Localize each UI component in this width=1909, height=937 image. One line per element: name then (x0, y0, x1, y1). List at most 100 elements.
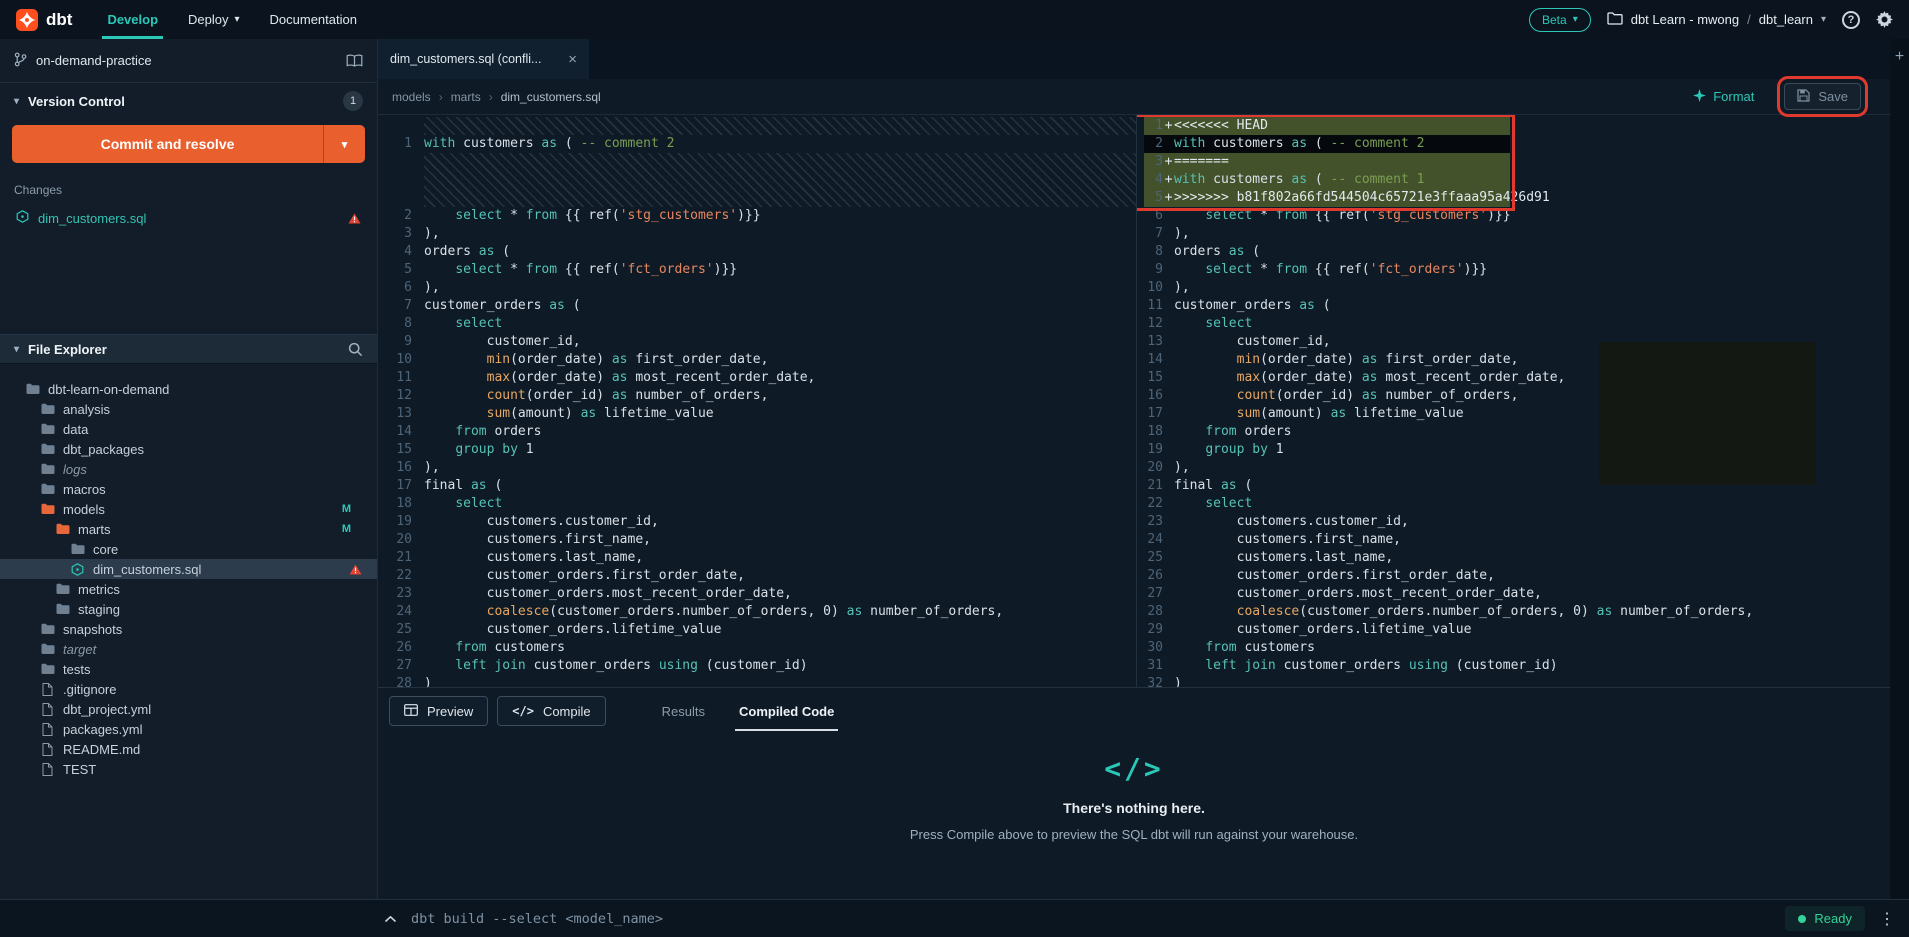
code-line[interactable]: 2 select * from {{ ref('stg_customers')}… (378, 207, 1136, 225)
docs-book-icon[interactable] (346, 54, 363, 68)
code-line[interactable]: 8 select (378, 315, 1136, 333)
code-line[interactable]: 5+>>>>>>> b81f802a66fd544504c65721e3ffaa… (1137, 189, 1909, 207)
code-line[interactable]: 5 select * from {{ ref('fct_orders')}} (378, 261, 1136, 279)
code-line[interactable]: 26 from customers (378, 639, 1136, 657)
code-line[interactable]: 4+with customers as ( -- comment 1 (1137, 171, 1909, 189)
branch-name[interactable]: on-demand-practice (36, 53, 152, 68)
code-line[interactable]: 1with customers as ( -- comment 2 (378, 135, 1136, 153)
new-tab-plus-icon[interactable]: + (1895, 48, 1904, 899)
code-line[interactable]: 4orders as ( (378, 243, 1136, 261)
code-line[interactable]: 10 min(order_date) as first_order_date, (378, 351, 1136, 369)
code-line[interactable]: 22 select (1137, 495, 1909, 513)
dbt-logo-icon[interactable] (16, 9, 38, 31)
tree-item-tests[interactable]: tests (0, 659, 377, 679)
commit-and-resolve-button[interactable]: Commit and resolve ▾ (12, 125, 365, 163)
breadcrumb-item[interactable]: dim_customers.sql (501, 90, 601, 104)
code-line[interactable]: 6), (378, 279, 1136, 297)
nav-tab-deploy[interactable]: Deploy ▾ (173, 0, 255, 39)
tree-item-snapshots[interactable]: snapshots (0, 619, 377, 639)
code-line[interactable]: 9 customer_id, (378, 333, 1136, 351)
code-line[interactable]: 31 left join customer_orders using (cust… (1137, 657, 1909, 675)
code-line[interactable]: 28) (378, 675, 1136, 687)
code-line[interactable]: 25 customer_orders.lifetime_value (378, 621, 1136, 639)
code-line[interactable]: 11customer_orders as ( (1137, 297, 1909, 315)
tree-item-dbt_project.yml[interactable]: dbt_project.yml (0, 699, 377, 719)
tree-item-.gitignore[interactable]: .gitignore (0, 679, 377, 699)
tree-item-macros[interactable]: macros (0, 479, 377, 499)
commit-options-dropdown[interactable]: ▾ (323, 125, 365, 163)
tree-item-dbt_packages[interactable]: dbt_packages (0, 439, 377, 459)
save-button[interactable]: Save (1784, 83, 1861, 110)
code-line[interactable]: 26 customer_orders.first_order_date, (1137, 567, 1909, 585)
code-line[interactable]: 20 customers.first_name, (378, 531, 1136, 549)
tree-item-metrics[interactable]: metrics (0, 579, 377, 599)
code-line[interactable]: 7customer_orders as ( (378, 297, 1136, 315)
code-line[interactable]: 28 coalesce(customer_orders.number_of_or… (1137, 603, 1909, 621)
code-line[interactable]: 1+<<<<<<< HEAD (1137, 117, 1909, 135)
tree-item-staging[interactable]: staging (0, 599, 377, 619)
tree-item-dim_customers.sql[interactable]: dim_customers.sql (0, 559, 377, 579)
format-button[interactable]: Format (1693, 89, 1754, 105)
code-line[interactable]: 18 select (378, 495, 1136, 513)
code-line[interactable]: 12 count(order_id) as number_of_orders, (378, 387, 1136, 405)
code-line[interactable]: 2with customers as ( -- comment 2 (1137, 135, 1909, 153)
code-line[interactable]: 32) (1137, 675, 1909, 687)
tree-item-models[interactable]: modelsM (0, 499, 377, 519)
code-line[interactable]: 6 select * from {{ ref('stg_customers')}… (1137, 207, 1909, 225)
editor-left-pane[interactable]: 1with customers as ( -- comment 2 2 selec… (378, 115, 1137, 687)
version-control-header[interactable]: ▾ Version Control 1 (0, 83, 377, 119)
code-line[interactable]: 27 customer_orders.most_recent_order_dat… (1137, 585, 1909, 603)
code-line[interactable]: 23 customer_orders.most_recent_order_dat… (378, 585, 1136, 603)
code-line[interactable]: 3+======= (1137, 153, 1909, 171)
code-line[interactable]: 3), (378, 225, 1136, 243)
code-line[interactable]: 19 customers.customer_id, (378, 513, 1136, 531)
file-explorer-header[interactable]: ▾ File Explorer (0, 334, 377, 364)
code-line[interactable]: 13 sum(amount) as lifetime_value (378, 405, 1136, 423)
beta-badge[interactable]: Beta ▾ (1529, 8, 1591, 32)
code-line[interactable]: 7), (1137, 225, 1909, 243)
tree-item-target[interactable]: target (0, 639, 377, 659)
tree-item-marts[interactable]: martsM (0, 519, 377, 539)
tab-compiled-code[interactable]: Compiled Code (722, 688, 851, 734)
changed-file-item[interactable]: dim_customers.sql (0, 204, 377, 232)
tree-item-core[interactable]: core (0, 539, 377, 559)
tab-results[interactable]: Results (645, 688, 722, 734)
editor-tab[interactable]: dim_customers.sql (confli... × (378, 39, 590, 79)
nav-tab-develop[interactable]: Develop (92, 0, 173, 39)
code-line[interactable]: 17final as ( (378, 477, 1136, 495)
help-button[interactable]: ? (1842, 11, 1860, 29)
code-line[interactable]: 16), (378, 459, 1136, 477)
tree-item-packages.yml[interactable]: packages.yml (0, 719, 377, 739)
code-line[interactable]: 9 select * from {{ ref('fct_orders')}} (1137, 261, 1909, 279)
code-line[interactable]: 10), (1137, 279, 1909, 297)
status-badge[interactable]: Ready (1785, 906, 1865, 931)
close-icon[interactable]: × (568, 51, 577, 68)
code-line[interactable]: 23 customers.customer_id, (1137, 513, 1909, 531)
breadcrumb-item[interactable]: models (392, 90, 431, 104)
tree-item-dbt-learn-on-demand[interactable]: dbt-learn-on-demand (0, 379, 377, 399)
kebab-menu-icon[interactable]: ⋮ (1879, 909, 1895, 929)
editor-right-pane[interactable]: 1+<<<<<<< HEAD2with customers as ( -- co… (1137, 115, 1909, 687)
code-line[interactable]: 30 from customers (1137, 639, 1909, 657)
code-line[interactable]: 29 customer_orders.lifetime_value (1137, 621, 1909, 639)
code-line[interactable]: 27 left join customer_orders using (cust… (378, 657, 1136, 675)
code-line[interactable]: 25 customers.last_name, (1137, 549, 1909, 567)
tree-item-logs[interactable]: logs (0, 459, 377, 479)
tree-item-data[interactable]: data (0, 419, 377, 439)
tree-item-README.md[interactable]: README.md (0, 739, 377, 759)
settings-gear-icon[interactable] (1876, 11, 1893, 28)
compile-button[interactable]: </> Compile (497, 696, 605, 726)
code-line[interactable]: 21 customers.last_name, (378, 549, 1136, 567)
account-selector[interactable]: dbt Learn - mwong / dbt_learn ▾ (1607, 12, 1826, 28)
command-input[interactable]: dbt build --select <model_name> (411, 911, 1771, 927)
chevron-up-icon[interactable] (384, 915, 397, 923)
tree-item-analysis[interactable]: analysis (0, 399, 377, 419)
search-icon[interactable] (348, 342, 363, 357)
breadcrumb-item[interactable]: marts (451, 90, 481, 104)
code-line[interactable]: 11 max(order_date) as most_recent_order_… (378, 369, 1136, 387)
code-line[interactable]: 22 customer_orders.first_order_date, (378, 567, 1136, 585)
code-line[interactable]: 8orders as ( (1137, 243, 1909, 261)
preview-button[interactable]: Preview (389, 696, 488, 726)
code-line[interactable]: 15 group by 1 (378, 441, 1136, 459)
code-line[interactable]: 24 customers.first_name, (1137, 531, 1909, 549)
